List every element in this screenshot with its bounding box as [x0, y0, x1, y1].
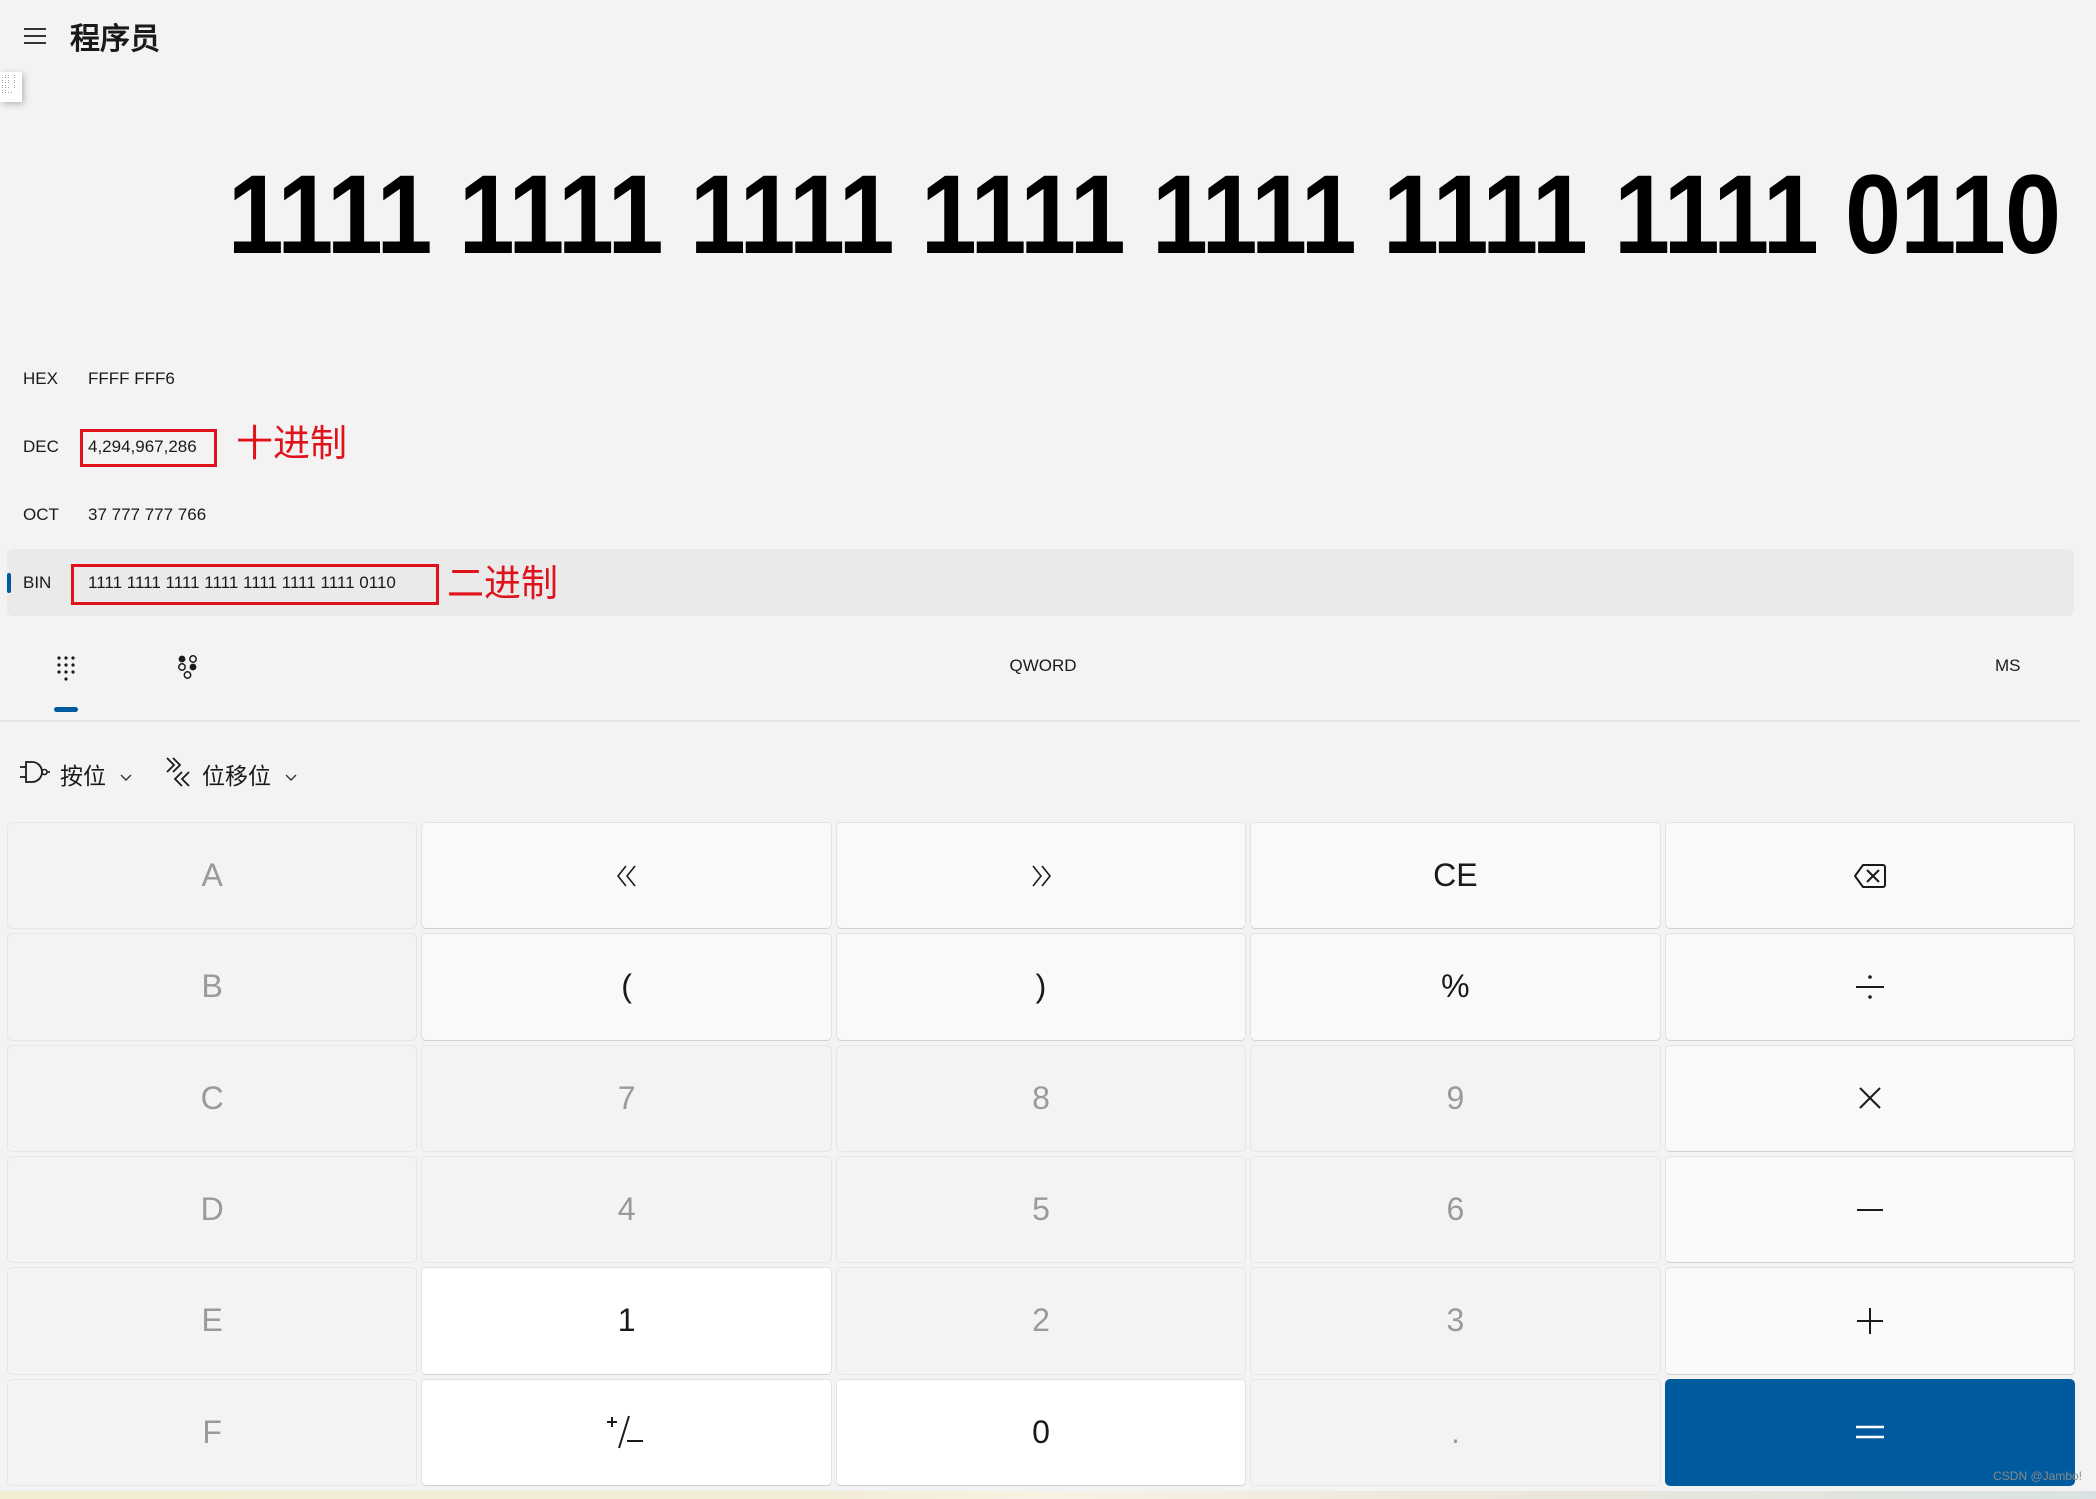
key-percent[interactable]: % [1250, 933, 1661, 1041]
key-a[interactable]: A [7, 822, 418, 930]
negate-icon [606, 1416, 643, 1449]
key-decimal[interactable]: . [1250, 1378, 1661, 1486]
radix-value: FFFF FFF6 [88, 368, 175, 388]
hamburger-menu-icon[interactable] [24, 24, 48, 48]
bitwise-dropdown[interactable]: 按位 [18, 756, 132, 792]
minus-icon [1856, 1208, 1883, 1211]
key-f[interactable]: F [7, 1378, 418, 1486]
keypad: A CE B ( ) % C 7 8 9 D 4 5 6 E 1 2 3 F 0… [7, 822, 2075, 1486]
word-size-button[interactable]: QWORD [1000, 656, 1086, 676]
key-0[interactable]: 0 [835, 1378, 1247, 1486]
logic-gate-icon [18, 759, 50, 789]
bit-shift-label: 位移位 [202, 764, 271, 790]
key-multiply[interactable] [1664, 1044, 2075, 1152]
key-clear-entry[interactable]: CE [1250, 822, 1661, 930]
key-7[interactable]: 7 [421, 1044, 832, 1152]
equals-icon [1855, 1426, 1884, 1439]
bit-toggling-keypad-icon[interactable] [177, 655, 199, 681]
left-shift-icon [616, 865, 636, 887]
key-subtract[interactable] [1664, 1156, 2075, 1264]
key-3[interactable]: 3 [1250, 1267, 1661, 1375]
key-close-paren[interactable]: ) [835, 933, 1247, 1041]
key-right-shift[interactable] [835, 822, 1247, 930]
desktop-background-strip [0, 1491, 2096, 1499]
radix-label: HEX [23, 368, 58, 388]
bin-highlight-box [71, 564, 439, 605]
key-6[interactable]: 6 [1250, 1156, 1661, 1264]
radix-label: BIN [23, 572, 52, 592]
key-b[interactable]: B [7, 933, 418, 1041]
key-negate[interactable] [421, 1378, 832, 1486]
key-open-paren[interactable]: ( [421, 933, 832, 1041]
key-5[interactable]: 5 [835, 1156, 1247, 1264]
chevron-down-icon [120, 768, 132, 781]
memory-store-button[interactable]: MS [1995, 656, 2021, 676]
key-4[interactable]: 4 [421, 1156, 832, 1264]
active-tab-indicator [54, 707, 78, 712]
active-radix-indicator [7, 573, 11, 593]
divider [0, 720, 2080, 722]
full-keypad-icon[interactable] [55, 655, 77, 681]
key-c[interactable]: C [7, 1044, 418, 1152]
backspace-icon [1853, 863, 1886, 888]
bit-shift-icon [164, 756, 192, 792]
radix-label: DEC [23, 436, 59, 456]
key-d[interactable]: D [7, 1156, 418, 1264]
key-divide[interactable] [1664, 933, 2075, 1041]
key-8[interactable]: 8 [835, 1044, 1247, 1152]
watermark: CSDN @Jambo! [1993, 1469, 2082, 1483]
radix-row-oct[interactable]: OCT 37 777 777 766 [7, 481, 2074, 548]
key-2[interactable]: 2 [835, 1267, 1247, 1375]
key-add[interactable] [1664, 1267, 2075, 1375]
page-title: 程序员 [70, 22, 160, 57]
multiply-icon [1859, 1087, 1881, 1110]
radix-label: OCT [23, 504, 59, 524]
dec-highlight-box [80, 429, 217, 467]
bitwise-label: 按位 [60, 764, 106, 790]
memory-thumbnail-icon: .:: : :.: : ::. : ::.. [0, 72, 22, 102]
key-e[interactable]: E [7, 1267, 418, 1375]
key-9[interactable]: 9 [1250, 1044, 1661, 1152]
key-left-shift[interactable] [421, 822, 832, 930]
radix-row-hex[interactable]: HEX FFFF FFF6 [7, 345, 2074, 412]
dec-annotation: 十进制 [236, 422, 347, 465]
key-backspace[interactable] [1664, 822, 2075, 930]
radix-value: 37 777 777 766 [88, 504, 207, 524]
divide-icon [1855, 975, 1884, 999]
chevron-down-icon [285, 768, 297, 781]
bit-shift-dropdown[interactable]: 位移位 [164, 756, 297, 792]
plus-icon [1856, 1307, 1883, 1334]
right-shift-icon [1032, 865, 1052, 887]
bin-annotation: 二进制 [447, 562, 558, 605]
result-display: 1111 1111 1111 1111 1111 1111 1111 0110 [227, 152, 2060, 277]
key-1[interactable]: 1 [421, 1267, 832, 1375]
